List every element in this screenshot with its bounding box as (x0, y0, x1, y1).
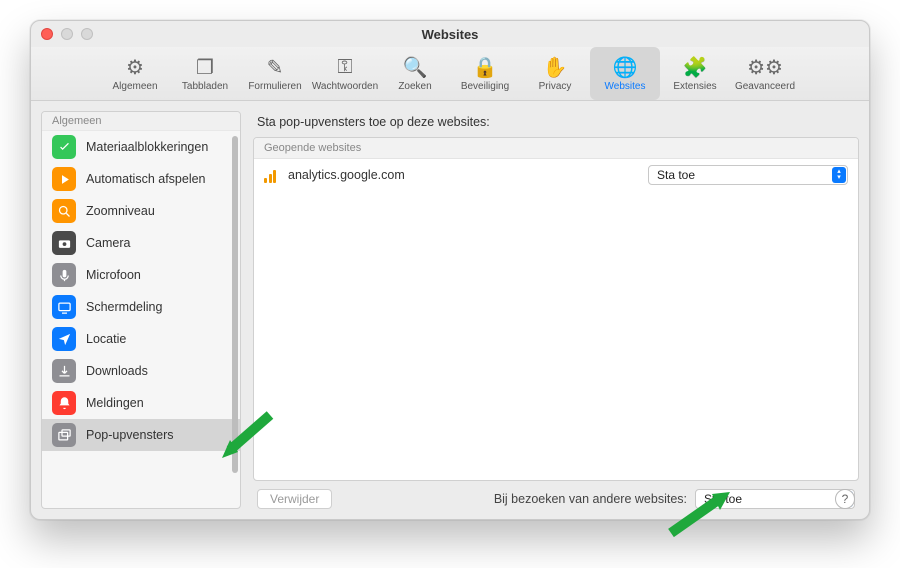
toolbar-tab-wachtwoorden[interactable]: ⚿Wachtwoorden (310, 47, 380, 100)
toolbar-tab-algemeen[interactable]: ⚙Algemeen (100, 47, 170, 100)
mic-icon (52, 263, 76, 287)
gear-icon: ⚙ (126, 55, 144, 79)
site-favicon-icon (264, 167, 280, 183)
main-panel: Sta pop-upvensters toe op deze websites:… (253, 111, 859, 509)
check-icon (52, 135, 76, 159)
sidebar-header: Algemeen (42, 112, 240, 131)
sidebar-item-label: Schermdeling (86, 300, 162, 314)
lock-icon: 🔒 (473, 55, 498, 79)
titlebar: Websites (31, 21, 869, 47)
scrollbar-thumb[interactable] (232, 136, 238, 473)
sidebar-item-label: Zoomniveau (86, 204, 155, 218)
gears-icon: ⚙⚙ (747, 55, 783, 79)
zoom-icon (52, 199, 76, 223)
other-websites-select-wrap: Sta toe ▴▾ (695, 489, 855, 509)
window-title: Websites (31, 27, 869, 42)
popup-icon (52, 423, 76, 447)
toolbar-tab-beveiliging[interactable]: 🔒Beveiliging (450, 47, 520, 100)
preferences-window: Websites ⚙Algemeen❐Tabbladen✎Formulieren… (30, 20, 870, 520)
sidebar-item-label: Pop-upvensters (86, 428, 174, 442)
location-icon (52, 327, 76, 351)
hand-icon: ✋ (543, 55, 568, 79)
toolbar-tab-extensies[interactable]: 🧩Extensies (660, 47, 730, 100)
play-icon (52, 167, 76, 191)
remove-button[interactable]: Verwijder (257, 489, 332, 509)
help-button[interactable]: ? (835, 489, 855, 509)
sidebar-item-zoom[interactable]: Zoomniveau (42, 195, 240, 227)
key-icon: ⚿ (337, 55, 352, 79)
camera-icon (52, 231, 76, 255)
sidebar-item-label: Camera (86, 236, 130, 250)
toolbar-tab-privacy[interactable]: ✋Privacy (520, 47, 590, 100)
globe-icon: 🌐 (613, 55, 638, 79)
sidebar-item-label: Meldingen (86, 396, 144, 410)
sidebar-item-download[interactable]: Downloads (42, 355, 240, 387)
toolbar-tab-zoeken[interactable]: 🔍Zoeken (380, 47, 450, 100)
sidebar-scrollbar[interactable] (232, 130, 238, 504)
magnify-icon: 🔍 (403, 55, 428, 79)
sidebar-item-screen[interactable]: Schermdeling (42, 291, 240, 323)
sidebar-list: Materiaalblokkeringen Automatisch afspele… (42, 131, 240, 508)
puzzle-icon: 🧩 (683, 55, 708, 79)
bell-icon (52, 391, 76, 415)
form-icon: ✎ (267, 55, 284, 79)
sidebar-item-label: Downloads (86, 364, 148, 378)
sidebar-item-bell[interactable]: Meldingen (42, 387, 240, 419)
content-area: Algemeen Materiaalblokkeringen Automatisc… (31, 101, 869, 519)
screen-icon (52, 295, 76, 319)
sidebar-item-location[interactable]: Locatie (42, 323, 240, 355)
site-row[interactable]: analytics.google.com Sta toe▴▾ (254, 159, 858, 191)
toolbar-tab-formulieren[interactable]: ✎Formulieren (240, 47, 310, 100)
site-permission-select[interactable]: Sta toe (648, 165, 848, 185)
sidebar-item-label: Locatie (86, 332, 126, 346)
open-websites-header: Geopende websites (254, 138, 858, 159)
download-icon (52, 359, 76, 383)
other-websites-label: Bij bezoeken van andere websites: (494, 492, 687, 506)
toolbar-tab-geavanceerd[interactable]: ⚙⚙Geavanceerd (730, 47, 800, 100)
main-title: Sta pop-upvensters toe op deze websites: (253, 111, 859, 129)
site-permission-select-wrap: Sta toe▴▾ (648, 165, 848, 185)
site-domain: analytics.google.com (288, 168, 640, 182)
toolbar-tab-tabbladen[interactable]: ❐Tabbladen (170, 47, 240, 100)
sidebar-item-popup[interactable]: Pop-upvensters (42, 419, 240, 451)
footer-bar: Verwijder Bij bezoeken van andere websit… (253, 489, 859, 509)
sidebar: Algemeen Materiaalblokkeringen Automatisc… (41, 111, 241, 509)
websites-listbox: Geopende websites analytics.google.com St… (253, 137, 859, 481)
tabs-icon: ❐ (196, 55, 214, 79)
sidebar-item-mic[interactable]: Microfoon (42, 259, 240, 291)
sidebar-item-check[interactable]: Materiaalblokkeringen (42, 131, 240, 163)
sidebar-item-label: Microfoon (86, 268, 141, 282)
sidebar-item-label: Automatisch afspelen (86, 172, 206, 186)
sidebar-item-camera[interactable]: Camera (42, 227, 240, 259)
toolbar-tab-websites[interactable]: 🌐Websites (590, 47, 660, 100)
sidebar-item-label: Materiaalblokkeringen (86, 140, 208, 154)
other-websites-select[interactable]: Sta toe (695, 489, 855, 509)
preferences-toolbar: ⚙Algemeen❐Tabbladen✎Formulieren⚿Wachtwoo… (31, 47, 869, 101)
sidebar-item-play[interactable]: Automatisch afspelen (42, 163, 240, 195)
